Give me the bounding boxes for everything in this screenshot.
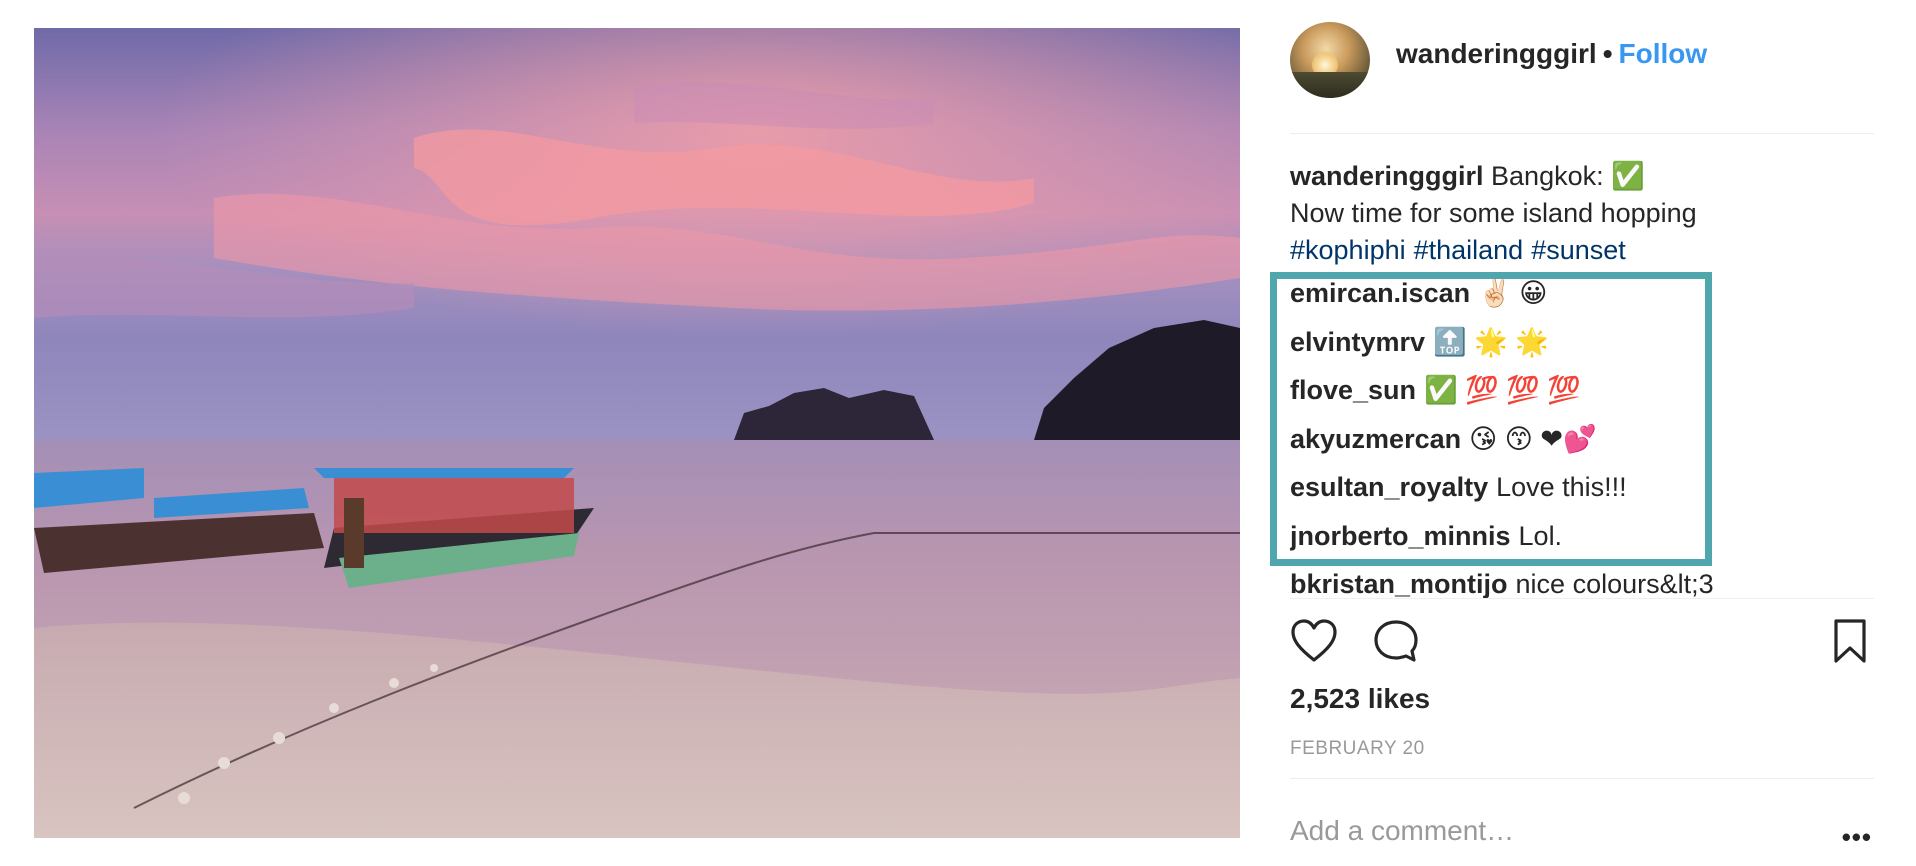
hashtag-link[interactable]: #thailand [1414, 235, 1524, 265]
author-username[interactable]: wanderingggirl [1396, 38, 1597, 69]
comments-list[interactable]: wanderingggirl Bangkok: ✅ Now time for s… [1290, 158, 1874, 598]
comment-row: jnorberto_minnis Lol. [1290, 512, 1874, 561]
post-photo[interactable] [34, 28, 1240, 838]
bookmark-icon[interactable] [1830, 618, 1870, 664]
comment-text: 😘 😙 ❤💕 [1469, 423, 1597, 454]
hashtag-link[interactable]: #kophiphi [1290, 235, 1406, 265]
comment-text: ✌🏻 😀 [1478, 278, 1548, 308]
comment-username[interactable]: esultan_royalty [1290, 472, 1488, 502]
avatar[interactable] [1290, 22, 1370, 98]
post-header: wanderingggirl • Follow [1290, 22, 1874, 100]
comment-text: Love this!!! [1496, 472, 1627, 502]
comment-row: flove_sun ✅ 💯 💯 💯 [1290, 366, 1874, 415]
more-options-icon[interactable]: ••• [1842, 822, 1872, 853]
caption-username[interactable]: wanderingggirl [1290, 161, 1484, 191]
avatar-ground [1290, 72, 1370, 98]
caption-line1: Bangkok: ✅ [1491, 161, 1645, 191]
caption-hashtags: #kophiphi #thailand #sunset [1290, 232, 1874, 269]
comment-text: ✅ 💯 💯 💯 [1424, 375, 1582, 405]
comments-divider [1290, 598, 1874, 599]
footer-divider [1290, 778, 1874, 779]
comment-username[interactable]: elvintymrv [1290, 327, 1425, 357]
comment-row: esultan_royalty Love this!!! [1290, 463, 1874, 512]
likes-count[interactable]: 2,523 likes [1290, 683, 1430, 715]
comment-text: 🔝 🌟 🌟 [1433, 326, 1549, 357]
header-divider [1290, 133, 1874, 134]
caption: wanderingggirl Bangkok: ✅ [1290, 158, 1874, 195]
comment-row: emircan.iscan ✌🏻 😀 [1290, 269, 1874, 318]
comment-username[interactable]: flove_sun [1290, 375, 1416, 405]
action-bar [1290, 618, 1874, 668]
post-details-panel: wanderingggirl • Follow wanderingggirl Ban… [1290, 0, 1874, 866]
sunset-beach-image [34, 28, 1240, 838]
comment-row: akyuzmercan 😘 😙 ❤💕 [1290, 415, 1874, 464]
post-date[interactable]: FEBRUARY 20 [1290, 738, 1425, 760]
comment-username[interactable]: jnorberto_minnis [1290, 521, 1511, 551]
heart-icon[interactable] [1290, 618, 1338, 664]
caption-line2: Now time for some island hopping [1290, 198, 1697, 228]
follow-button[interactable]: Follow [1619, 38, 1708, 69]
comment-username[interactable]: emircan.iscan [1290, 278, 1470, 308]
author-line: wanderingggirl • Follow [1396, 38, 1707, 70]
comment-row: bkristan_montijo nice colours&lt;3 [1290, 560, 1874, 598]
comment-text: Lol. [1518, 520, 1563, 551]
comment-icon[interactable] [1372, 618, 1420, 664]
comment-username[interactable]: akyuzmercan [1290, 424, 1461, 454]
comment-text: nice colours&lt;3 [1515, 569, 1714, 598]
hashtag-link[interactable]: #sunset [1531, 235, 1626, 265]
comment-username[interactable]: bkristan_montijo [1290, 569, 1508, 598]
separator-dot: • [1602, 38, 1613, 69]
comment-row: elvintymrv 🔝 🌟 🌟 [1290, 318, 1874, 367]
add-comment-input[interactable]: Add a comment… [1290, 815, 1514, 847]
